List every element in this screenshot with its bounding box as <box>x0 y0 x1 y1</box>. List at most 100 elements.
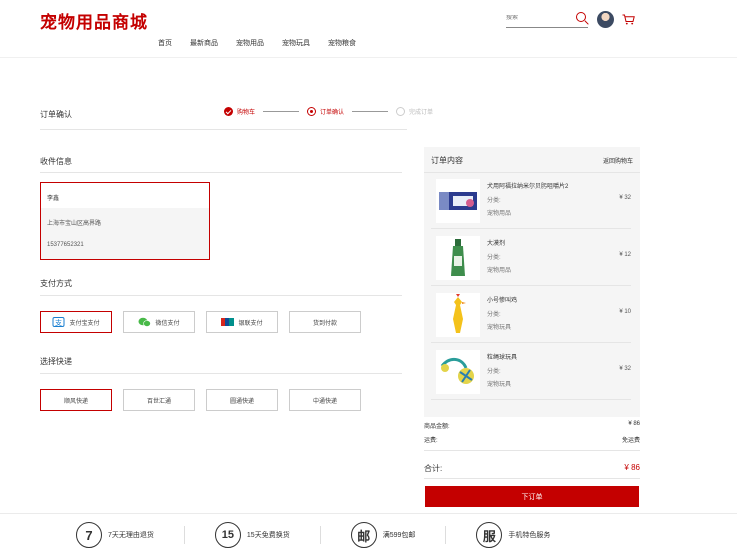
step-label: 订单确认 <box>320 110 345 116</box>
grand-total-value: ¥ 86 <box>624 463 640 472</box>
service-features: 7 7天无理由退货 15 15天免费换货 邮 满599包邮 服 手机特色服务 <box>76 522 550 548</box>
section-divider <box>40 172 402 173</box>
feature-service: 服 手机特色服务 <box>476 522 550 548</box>
product-name: 大漠剂 <box>487 241 506 247</box>
payment-section-title: 支付方式 <box>40 279 72 288</box>
step-complete: 完成订单 <box>396 107 433 116</box>
submit-order-button[interactable]: 下订单 <box>425 486 639 507</box>
step-cart: 购物车 <box>224 107 255 116</box>
option-label: 中通快递 <box>312 398 337 405</box>
list-item[interactable]: 粒绳球玩具 分类: 宠物玩具 ¥ 32 <box>431 344 631 400</box>
shipping-section-title: 选择快递 <box>40 357 72 366</box>
wechat-icon <box>138 317 152 327</box>
courier-sf-button[interactable]: 顺风快递 <box>40 389 112 411</box>
summary-title: 订单内容 <box>431 156 463 165</box>
product-name: 小号惨叫鸡 <box>487 298 518 304</box>
product-price: ¥ 10 <box>619 309 631 315</box>
step-connector <box>352 111 389 112</box>
exchange-icon: 15 <box>214 522 241 548</box>
pay-alipay-button[interactable]: 支 支付宝支付 <box>40 311 112 333</box>
title-divider <box>40 129 407 130</box>
nav-toys[interactable]: 宠物玩具 <box>282 38 310 48</box>
step-label: 完成订单 <box>409 110 434 116</box>
product-price: ¥ 12 <box>619 252 631 258</box>
category-label: 分类: <box>487 312 501 318</box>
totals-divider <box>424 450 640 451</box>
progress-steps: 购物车 订单确认 完成订单 <box>224 107 433 116</box>
shipping-fee-label: 运费: <box>424 438 438 444</box>
feature-label: 15天免费换货 <box>246 532 290 539</box>
product-category: 宠物玩具 <box>487 325 512 331</box>
feature-return: 7 7天无理由退货 <box>76 522 154 548</box>
option-label: 支付宝支付 <box>69 320 100 327</box>
search-box <box>506 10 588 28</box>
feature-label: 手机特色服务 <box>508 532 551 539</box>
product-price: ¥ 32 <box>619 366 631 372</box>
option-label: 顺风快递 <box>63 398 88 405</box>
recipient-name: 李鑫 <box>47 196 60 202</box>
grand-total-row: 合计: ¥ 86 <box>424 463 640 474</box>
site-logo[interactable]: 宠物用品商城 <box>40 8 148 33</box>
feature-separator <box>183 526 185 544</box>
total-divider <box>424 478 640 479</box>
return-icon: 7 <box>76 522 102 548</box>
pay-unionpay-button[interactable]: 银联支付 <box>206 311 278 333</box>
section-divider <box>40 295 402 296</box>
courier-yto-button[interactable]: 圆通快递 <box>206 389 278 411</box>
address-card[interactable]: 李鑫 上海市宝山区高界路 15377652321 <box>40 182 210 260</box>
search-input[interactable] <box>506 15 568 21</box>
service-icon: 服 <box>476 522 503 548</box>
feature-separator <box>445 526 447 544</box>
check-icon <box>224 107 233 116</box>
current-step-icon <box>307 107 317 116</box>
option-label: 圆通快递 <box>229 398 254 405</box>
pay-cod-button[interactable]: 货到付款 <box>289 311 361 333</box>
nav-new[interactable]: 最新商品 <box>190 38 218 48</box>
goods-total-value: ¥ 86 <box>628 421 640 427</box>
goods-total-label: 商品金额: <box>424 424 450 430</box>
shipping-fee-row: 运费: 免运费 <box>424 435 640 444</box>
alipay-icon: 支 <box>52 317 65 327</box>
address-section-title: 收件信息 <box>40 157 72 166</box>
section-divider <box>40 373 402 374</box>
recipient-phone: 15377652321 <box>47 242 84 248</box>
category-label: 分类: <box>487 369 501 375</box>
nav-home[interactable]: 首页 <box>158 38 172 48</box>
nav-supplies[interactable]: 宠物用品 <box>236 38 264 48</box>
courier-bestex-button[interactable]: 百世汇通 <box>123 389 195 411</box>
goods-total-row: 商品金额: ¥ 86 <box>424 421 640 430</box>
pay-wechat-button[interactable]: 微信支付 <box>123 311 195 333</box>
unionpay-icon <box>221 318 235 326</box>
shipping-fee-value: 免运费 <box>621 438 640 444</box>
product-image <box>436 350 480 394</box>
feature-free-shipping: 邮 满599包邮 <box>350 522 415 548</box>
option-label: 微信支付 <box>155 320 180 327</box>
feature-label: 7天无理由退货 <box>108 532 154 539</box>
list-item[interactable]: 小号惨叫鸡 分类: 宠物玩具 ¥ 10 <box>431 287 631 343</box>
address-detail-bg <box>41 208 209 259</box>
option-label: 货到付款 <box>312 320 337 327</box>
product-image <box>436 293 480 337</box>
grand-total-label: 合计: <box>424 464 443 473</box>
courier-zto-button[interactable]: 中通快递 <box>289 389 361 411</box>
option-label: 银联支付 <box>238 320 263 327</box>
product-name: 犬用阿福拉纳米尔贝肟咀嚼片2 <box>487 184 569 190</box>
step-confirm: 订单确认 <box>307 107 344 116</box>
recipient-address: 上海市宝山区高界路 <box>47 221 102 227</box>
footer-divider <box>0 513 737 514</box>
back-to-cart-link[interactable]: 返回购物车 <box>603 156 633 165</box>
svg-text:支: 支 <box>55 318 62 327</box>
step-connector <box>263 111 300 112</box>
category-label: 分类: <box>487 198 501 204</box>
main-nav: 首页 最新商品 宠物用品 宠物玩具 宠物粮食 <box>158 38 356 48</box>
option-label: 百世汇通 <box>146 398 171 405</box>
product-price: ¥ 32 <box>619 195 631 201</box>
search-icon[interactable] <box>576 12 586 22</box>
avatar[interactable] <box>597 11 614 28</box>
nav-food[interactable]: 宠物粮食 <box>328 38 356 48</box>
feature-exchange: 15 15天免费换货 <box>214 522 290 548</box>
list-item[interactable]: 犬用阿福拉纳米尔贝肟咀嚼片2 分类: 宠物用品 ¥ 32 <box>431 173 631 229</box>
product-name: 粒绳球玩具 <box>487 355 518 361</box>
list-item[interactable]: 大漠剂 分类: 宠物用品 ¥ 12 <box>431 230 631 286</box>
cart-icon[interactable] <box>622 14 635 25</box>
